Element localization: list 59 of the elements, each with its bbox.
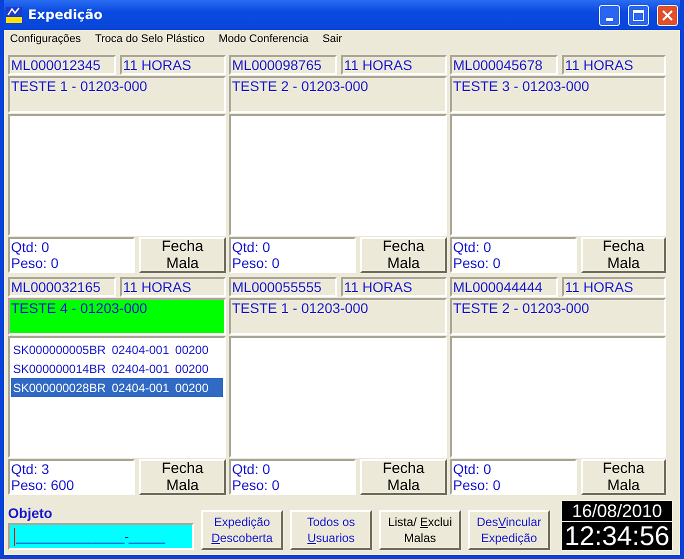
app-logo-icon bbox=[6, 7, 22, 23]
hours-field: 11 HORAS bbox=[562, 55, 666, 75]
destination-field: TESTE 2 - 01203-000 bbox=[450, 298, 666, 335]
weight-text: Peso: 0 bbox=[453, 477, 502, 493]
quantity-text: Qtd: 3 bbox=[11, 461, 50, 477]
date-display: 16/08/2010 bbox=[562, 501, 672, 521]
action-button[interactable]: DesVincular Expedição bbox=[468, 510, 550, 550]
weight-text: Peso: 0 bbox=[232, 477, 280, 493]
action-button[interactable]: Expedição Descoberta bbox=[201, 510, 283, 550]
bag-code-field: ML000044444 bbox=[450, 277, 558, 297]
bag-code-field: ML000098765 bbox=[229, 55, 337, 75]
destination-field: TESTE 1 - 01203-000 bbox=[229, 298, 447, 335]
destination-field: TESTE 3 - 01203-000 bbox=[450, 76, 666, 113]
quantity-text: Qtd: 0 bbox=[232, 461, 272, 477]
quantity-text: Qtd: 0 bbox=[232, 239, 272, 255]
hours-field: 11 HORAS bbox=[341, 277, 447, 297]
object-input-field[interactable]: _______________-_____ bbox=[8, 523, 194, 550]
weight-text: Peso: 0 bbox=[453, 255, 502, 271]
menu-item[interactable]: Modo Conferencia bbox=[218, 33, 308, 47]
weight-text: Peso: 600 bbox=[11, 477, 76, 493]
menu-item[interactable]: Sair bbox=[322, 33, 342, 47]
time-display: 12:34:56 bbox=[562, 522, 672, 550]
weight-text: Peso: 0 bbox=[232, 255, 280, 271]
action-button[interactable]: Todos os Usuarios bbox=[290, 510, 372, 550]
bag-code-field: ML000055555 bbox=[229, 277, 337, 297]
minimize-button[interactable] bbox=[599, 4, 620, 26]
close-bag-button[interactable]: Fecha Mala bbox=[581, 237, 666, 273]
weight-text: Peso: 0 bbox=[11, 255, 60, 271]
object-label: Objeto bbox=[8, 505, 54, 521]
action-button[interactable]: Lista/ Exclui Malas bbox=[379, 510, 461, 550]
close-bag-button[interactable]: Fecha Mala bbox=[139, 237, 226, 273]
object-list-item[interactable]: SK000000005BR 02404-001 00200 bbox=[11, 340, 223, 359]
menu-item[interactable]: Configurações bbox=[10, 33, 81, 47]
window-title: Expedição bbox=[28, 8, 104, 22]
destination-field: TESTE 4 - 01203-000 bbox=[8, 298, 226, 335]
destination-field: TESTE 1 - 01203-000 bbox=[8, 76, 226, 113]
close-bag-button[interactable]: Fecha Mala bbox=[139, 459, 226, 495]
quantity-text: Qtd: 0 bbox=[453, 461, 492, 477]
destination-field: TESTE 2 - 01203-000 bbox=[229, 76, 447, 113]
quantity-text: Qtd: 0 bbox=[453, 239, 492, 255]
hours-field: 11 HORAS bbox=[341, 55, 447, 75]
close-bag-button[interactable]: Fecha Mala bbox=[360, 237, 447, 273]
close-button[interactable] bbox=[657, 4, 678, 26]
object-list-item[interactable]: SK000000014BR 02404-001 00200 bbox=[11, 359, 223, 378]
object-list-item[interactable]: SK000000028BR 02404-001 00200 bbox=[11, 378, 223, 397]
quantity-text: Qtd: 0 bbox=[11, 239, 50, 255]
bag-code-field: ML000045678 bbox=[450, 55, 558, 75]
close-icon bbox=[662, 10, 673, 20]
maximize-button[interactable] bbox=[628, 4, 649, 26]
bag-code-field: ML000012345 bbox=[8, 55, 116, 75]
close-bag-button[interactable]: Fecha Mala bbox=[360, 459, 447, 495]
hours-field: 11 HORAS bbox=[120, 277, 226, 297]
close-bag-button[interactable]: Fecha Mala bbox=[581, 459, 666, 495]
maximize-icon bbox=[633, 10, 644, 20]
menu-item[interactable]: Troca do Selo Plástico bbox=[94, 33, 205, 47]
minimize-icon bbox=[606, 18, 613, 20]
hours-field: 11 HORAS bbox=[562, 277, 666, 297]
bag-code-field: ML000032165 bbox=[8, 277, 116, 297]
hours-field: 11 HORAS bbox=[120, 55, 226, 75]
